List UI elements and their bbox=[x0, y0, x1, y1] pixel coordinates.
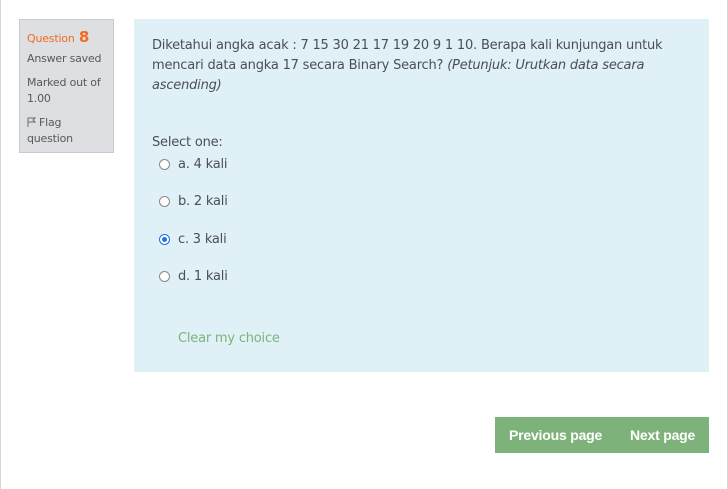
question-text: Diketahui angka acak : 7 15 30 21 17 19 … bbox=[152, 36, 692, 96]
previous-page-button[interactable]: Previous page bbox=[495, 417, 630, 453]
answer-prompt: Select one: bbox=[152, 135, 223, 150]
question-label: Question bbox=[27, 32, 75, 45]
flag-question-link[interactable]: Flag question bbox=[27, 115, 87, 147]
question-content: Diketahui angka acak : 7 15 30 21 17 19 … bbox=[134, 19, 709, 372]
answer-option-label: c. 3 kali bbox=[178, 231, 227, 247]
answer-option-label: d. 1 kali bbox=[178, 269, 228, 284]
radio-button-b[interactable] bbox=[159, 196, 170, 207]
question-number: Question 8 bbox=[27, 27, 106, 47]
question-info-box: Question 8 Answer saved Marked out of 1.… bbox=[19, 19, 114, 153]
next-page-button[interactable]: Next page bbox=[630, 417, 695, 453]
page-navigation: Previous page Next page bbox=[495, 417, 709, 453]
answer-option-label: a. 4 kali bbox=[178, 156, 228, 172]
answer-option-a[interactable]: a. 4 kali bbox=[159, 154, 691, 174]
answer-options: a. 4 kali b. 2 kali c. 3 kali d. 1 kali bbox=[152, 154, 691, 287]
answer-option-label: b. 2 kali bbox=[178, 194, 228, 209]
radio-button-d[interactable] bbox=[159, 271, 170, 282]
clear-choice-link[interactable]: Clear my choice bbox=[178, 331, 280, 346]
question-number-value: 8 bbox=[78, 28, 90, 46]
grade-info: Marked out of 1.00 bbox=[27, 76, 101, 105]
flag-icon bbox=[27, 117, 37, 127]
answer-option-c[interactable]: c. 3 kali bbox=[159, 229, 691, 249]
answer-option-b[interactable]: b. 2 kali bbox=[159, 192, 691, 212]
answer-state: Answer saved bbox=[27, 52, 102, 65]
answer-option-d[interactable]: d. 1 kali bbox=[159, 267, 691, 287]
radio-button-c[interactable] bbox=[159, 233, 170, 245]
radio-button-a[interactable] bbox=[159, 158, 170, 170]
page-border bbox=[0, 0, 1, 489]
